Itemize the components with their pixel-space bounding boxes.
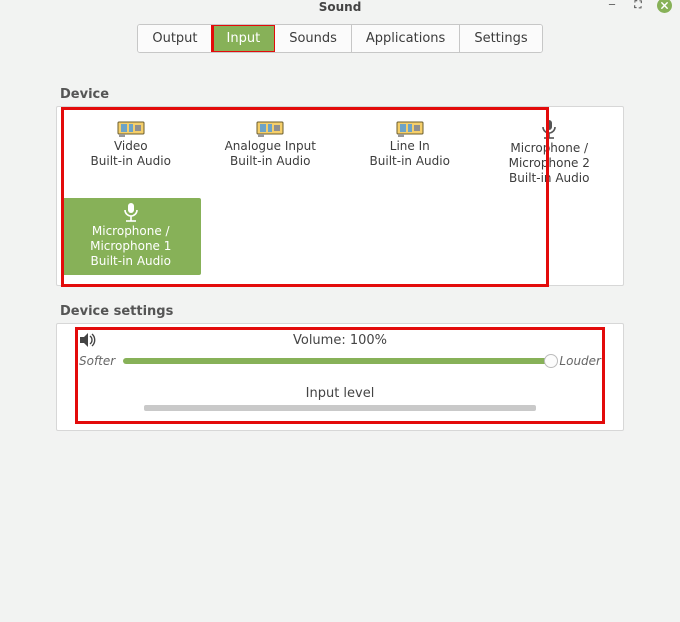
- volume-icon: [79, 332, 97, 348]
- soundcard-icon: [117, 119, 145, 139]
- tab-settings[interactable]: Settings: [460, 25, 541, 52]
- device-microphone-1[interactable]: Microphone /Microphone 1Built-in Audio: [61, 198, 201, 275]
- window-title: Sound: [319, 0, 362, 14]
- window-minimize-button[interactable]: ─: [605, 0, 619, 13]
- device-video[interactable]: VideoBuilt-in Audio: [61, 115, 201, 192]
- window-close-button[interactable]: [657, 0, 672, 13]
- soundcard-icon: [396, 119, 424, 139]
- microphone-icon: [121, 202, 141, 224]
- device-panel: VideoBuilt-in Audio Analogue InputBuilt-…: [56, 106, 624, 286]
- device-line-in[interactable]: Line InBuilt-in Audio: [340, 115, 480, 192]
- device-label: Analogue InputBuilt-in Audio: [225, 139, 316, 169]
- device-label: VideoBuilt-in Audio: [91, 139, 171, 169]
- input-level-label: Input level: [79, 386, 601, 401]
- volume-slider[interactable]: [123, 358, 551, 364]
- device-label: Line InBuilt-in Audio: [370, 139, 450, 169]
- soundcard-icon: [256, 119, 284, 139]
- softer-label: Softer: [79, 354, 115, 368]
- tab-output[interactable]: Output: [138, 25, 212, 52]
- tab-input[interactable]: Input: [213, 25, 276, 52]
- device-settings-heading: Device settings: [60, 304, 624, 319]
- microphone-icon: [539, 119, 559, 141]
- tab-sounds[interactable]: Sounds: [275, 25, 352, 52]
- input-level-meter: [144, 405, 536, 411]
- device-settings-panel: Volume: 100% Softer Louder Input level: [56, 323, 624, 431]
- device-label: Microphone /Microphone 1Built-in Audio: [90, 224, 171, 269]
- device-microphone-2[interactable]: Microphone /Microphone 2Built-in Audio: [480, 115, 620, 192]
- tab-applications[interactable]: Applications: [352, 25, 460, 52]
- device-heading: Device: [60, 87, 624, 102]
- volume-label: Volume: 100%: [107, 333, 573, 348]
- device-analogue-input[interactable]: Analogue InputBuilt-in Audio: [201, 115, 341, 192]
- louder-label: Louder: [559, 354, 601, 368]
- window-maximize-button[interactable]: ⛶: [631, 0, 645, 13]
- device-label: Microphone /Microphone 2Built-in Audio: [509, 141, 590, 186]
- slider-thumb[interactable]: [544, 354, 558, 368]
- tab-bar: Output Input Sounds Applications Setting…: [137, 24, 542, 53]
